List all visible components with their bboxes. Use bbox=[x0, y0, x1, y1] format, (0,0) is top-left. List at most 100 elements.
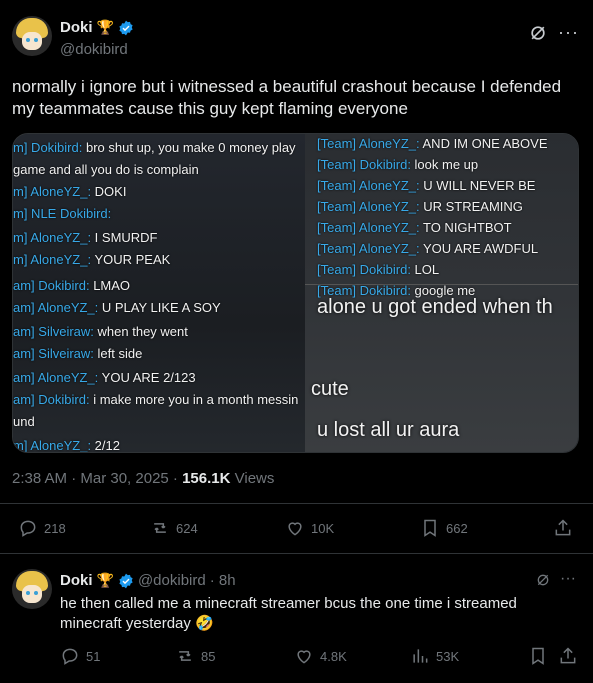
chat-separator: : bbox=[407, 157, 415, 172]
chat-username: [Team] AloneYZ_ bbox=[317, 136, 416, 151]
post-meta: 2:38 AM · Mar 30, 2025 · 156.1K Views bbox=[12, 470, 274, 487]
chat-message: i make more you in a month messin bbox=[93, 392, 299, 407]
bookmark-icon bbox=[532, 647, 544, 665]
chat-message: bro shut up, you make 0 money play bbox=[85, 140, 296, 155]
reply-reply-button[interactable]: 51 bbox=[60, 646, 100, 666]
caption-2: cute bbox=[311, 378, 349, 400]
chat-username: am] Dokibird bbox=[13, 278, 86, 293]
chat-line: am] Silveiraw: when they went bbox=[13, 324, 188, 339]
divider bbox=[0, 503, 593, 504]
bookmark-icon bbox=[424, 519, 436, 537]
author-handle[interactable]: @dokibird bbox=[60, 41, 128, 58]
chat-message: U PLAY LIKE A SOY bbox=[101, 300, 221, 315]
chat-username: [Team] Dokibird bbox=[317, 262, 408, 277]
reply-time[interactable]: · 8h bbox=[210, 572, 236, 589]
chat-separator: : bbox=[407, 283, 415, 298]
timestamp[interactable]: 2:38 AM · Mar 30, 2025 · bbox=[12, 470, 182, 487]
chat-line: [Team] Dokibird: LOL bbox=[317, 262, 439, 277]
more-options-icon[interactable]: ··· bbox=[560, 570, 576, 588]
chat-separator: : bbox=[90, 346, 98, 361]
share-button[interactable] bbox=[553, 518, 573, 538]
views-label: Views bbox=[230, 470, 275, 487]
chat-line: m] Dokibird: bro shut up, you make 0 mon… bbox=[13, 140, 296, 155]
chat-username: am] Silveiraw bbox=[13, 346, 91, 361]
like-count: 10K bbox=[311, 520, 335, 536]
chat-message: when they went bbox=[97, 324, 188, 339]
chat-username: [Team] AloneYZ_ bbox=[317, 220, 416, 235]
chat-line: am] AloneYZ_: U PLAY LIKE A SOY bbox=[13, 300, 221, 315]
caption-3: u lost all ur aura bbox=[317, 419, 460, 441]
chat-message: U WILL NEVER BE bbox=[423, 178, 536, 193]
chat-message: left side bbox=[97, 346, 143, 361]
post-image[interactable]: m] Dokibird: bro shut up, you make 0 mon… bbox=[12, 133, 579, 453]
reply-count: 218 bbox=[44, 520, 66, 536]
chat-username: am] AloneYZ_ bbox=[13, 370, 95, 385]
like-button[interactable]: 10K bbox=[285, 518, 334, 538]
chat-message: LOL bbox=[414, 262, 440, 277]
reply-share-button[interactable] bbox=[558, 646, 578, 666]
caption-1: alone u got ended when th bbox=[317, 296, 553, 318]
chat-line: [Team] Dokibird: look me up bbox=[317, 157, 478, 172]
chat-line: am] Silveiraw: left side bbox=[13, 346, 142, 361]
chat-screenshot-left: m] Dokibird: bro shut up, you make 0 mon… bbox=[13, 134, 305, 452]
chat-username: [Team] AloneYZ_ bbox=[317, 178, 416, 193]
chat-line: und bbox=[13, 414, 35, 429]
reply-author-name[interactable]: Doki bbox=[60, 572, 93, 589]
chat-message: YOU ARE AWDFUL bbox=[423, 241, 539, 256]
chat-line: game and all you do is complain bbox=[13, 162, 199, 177]
chat-line: m] AloneYZ_: 2/12 bbox=[13, 438, 120, 453]
chat-message: AND IM ONE ABOVE bbox=[422, 136, 548, 151]
chat-screenshot-right: alone u got ended when th cute u lost al… bbox=[305, 134, 578, 452]
verified-icon bbox=[119, 20, 133, 35]
chat-line: am] Dokibird: LMAO bbox=[13, 278, 130, 293]
avatar[interactable] bbox=[12, 16, 52, 56]
chat-line: am] AloneYZ_: YOU ARE 2/123 bbox=[13, 370, 196, 385]
reply-avatar[interactable] bbox=[12, 569, 52, 609]
chat-line: m] AloneYZ_: I SMURDF bbox=[13, 230, 158, 245]
share-icon bbox=[555, 519, 571, 536]
chat-separator: : bbox=[416, 220, 423, 235]
grok-icon[interactable] bbox=[535, 572, 551, 588]
trophy-icon: 🏆 bbox=[96, 19, 114, 35]
more-options-icon[interactable]: ··· bbox=[558, 22, 579, 43]
heart-icon bbox=[297, 650, 311, 664]
chat-line: am] Dokibird: i make more you in a month… bbox=[13, 392, 298, 407]
chat-username: am] Silveiraw bbox=[13, 324, 91, 339]
reply-repost-button[interactable]: 85 bbox=[175, 646, 215, 666]
chat-username: [Team] Dokibird bbox=[317, 283, 408, 298]
reply-author-handle[interactable]: @dokibird bbox=[138, 572, 206, 589]
chat-message: google me bbox=[414, 283, 476, 298]
chat-separator: : bbox=[87, 438, 95, 453]
divider bbox=[0, 553, 593, 554]
grok-icon[interactable] bbox=[528, 23, 548, 43]
reply-button[interactable]: 218 bbox=[18, 518, 66, 538]
bookmark-button[interactable]: 662 bbox=[420, 518, 468, 538]
repost-icon bbox=[154, 523, 166, 533]
chat-separator: : bbox=[94, 370, 102, 385]
chat-line: m] NLE Dokibird: bbox=[13, 206, 111, 221]
trophy-icon: 🏆 bbox=[96, 572, 114, 588]
bookmark-count: 662 bbox=[446, 520, 468, 536]
chat-message: 2/12 bbox=[94, 438, 120, 453]
repost-count: 624 bbox=[176, 520, 198, 536]
share-icon bbox=[560, 647, 576, 664]
reply-like-button[interactable]: 4.8K bbox=[294, 646, 347, 666]
repost-button[interactable]: 624 bbox=[150, 518, 198, 538]
chat-message: game and all you do is complain bbox=[13, 162, 199, 177]
chat-message: DOKI bbox=[94, 184, 127, 199]
reply-bookmark-button[interactable] bbox=[528, 646, 548, 666]
chat-separator: : bbox=[107, 206, 112, 221]
reply-views-button[interactable]: 53K bbox=[410, 646, 459, 666]
chat-username: [Team] Dokibird bbox=[317, 157, 408, 172]
views-count: 156.1K bbox=[182, 470, 231, 487]
reply-count: 51 bbox=[86, 648, 101, 664]
chat-line: [Team] AloneYZ_: TO NIGHTBOT bbox=[317, 220, 512, 235]
chat-message: UR STREAMING bbox=[423, 199, 523, 214]
chat-line: m] AloneYZ_: YOUR PEAK bbox=[13, 252, 170, 267]
author-name[interactable]: Doki bbox=[60, 19, 93, 36]
chat-line: [Team] AloneYZ_: U WILL NEVER BE bbox=[317, 178, 535, 193]
chat-separator: : bbox=[94, 300, 102, 315]
reply-icon bbox=[20, 520, 36, 537]
chat-line: [Team] AloneYZ_: UR STREAMING bbox=[317, 199, 523, 214]
chat-username: m] AloneYZ_ bbox=[13, 230, 88, 245]
